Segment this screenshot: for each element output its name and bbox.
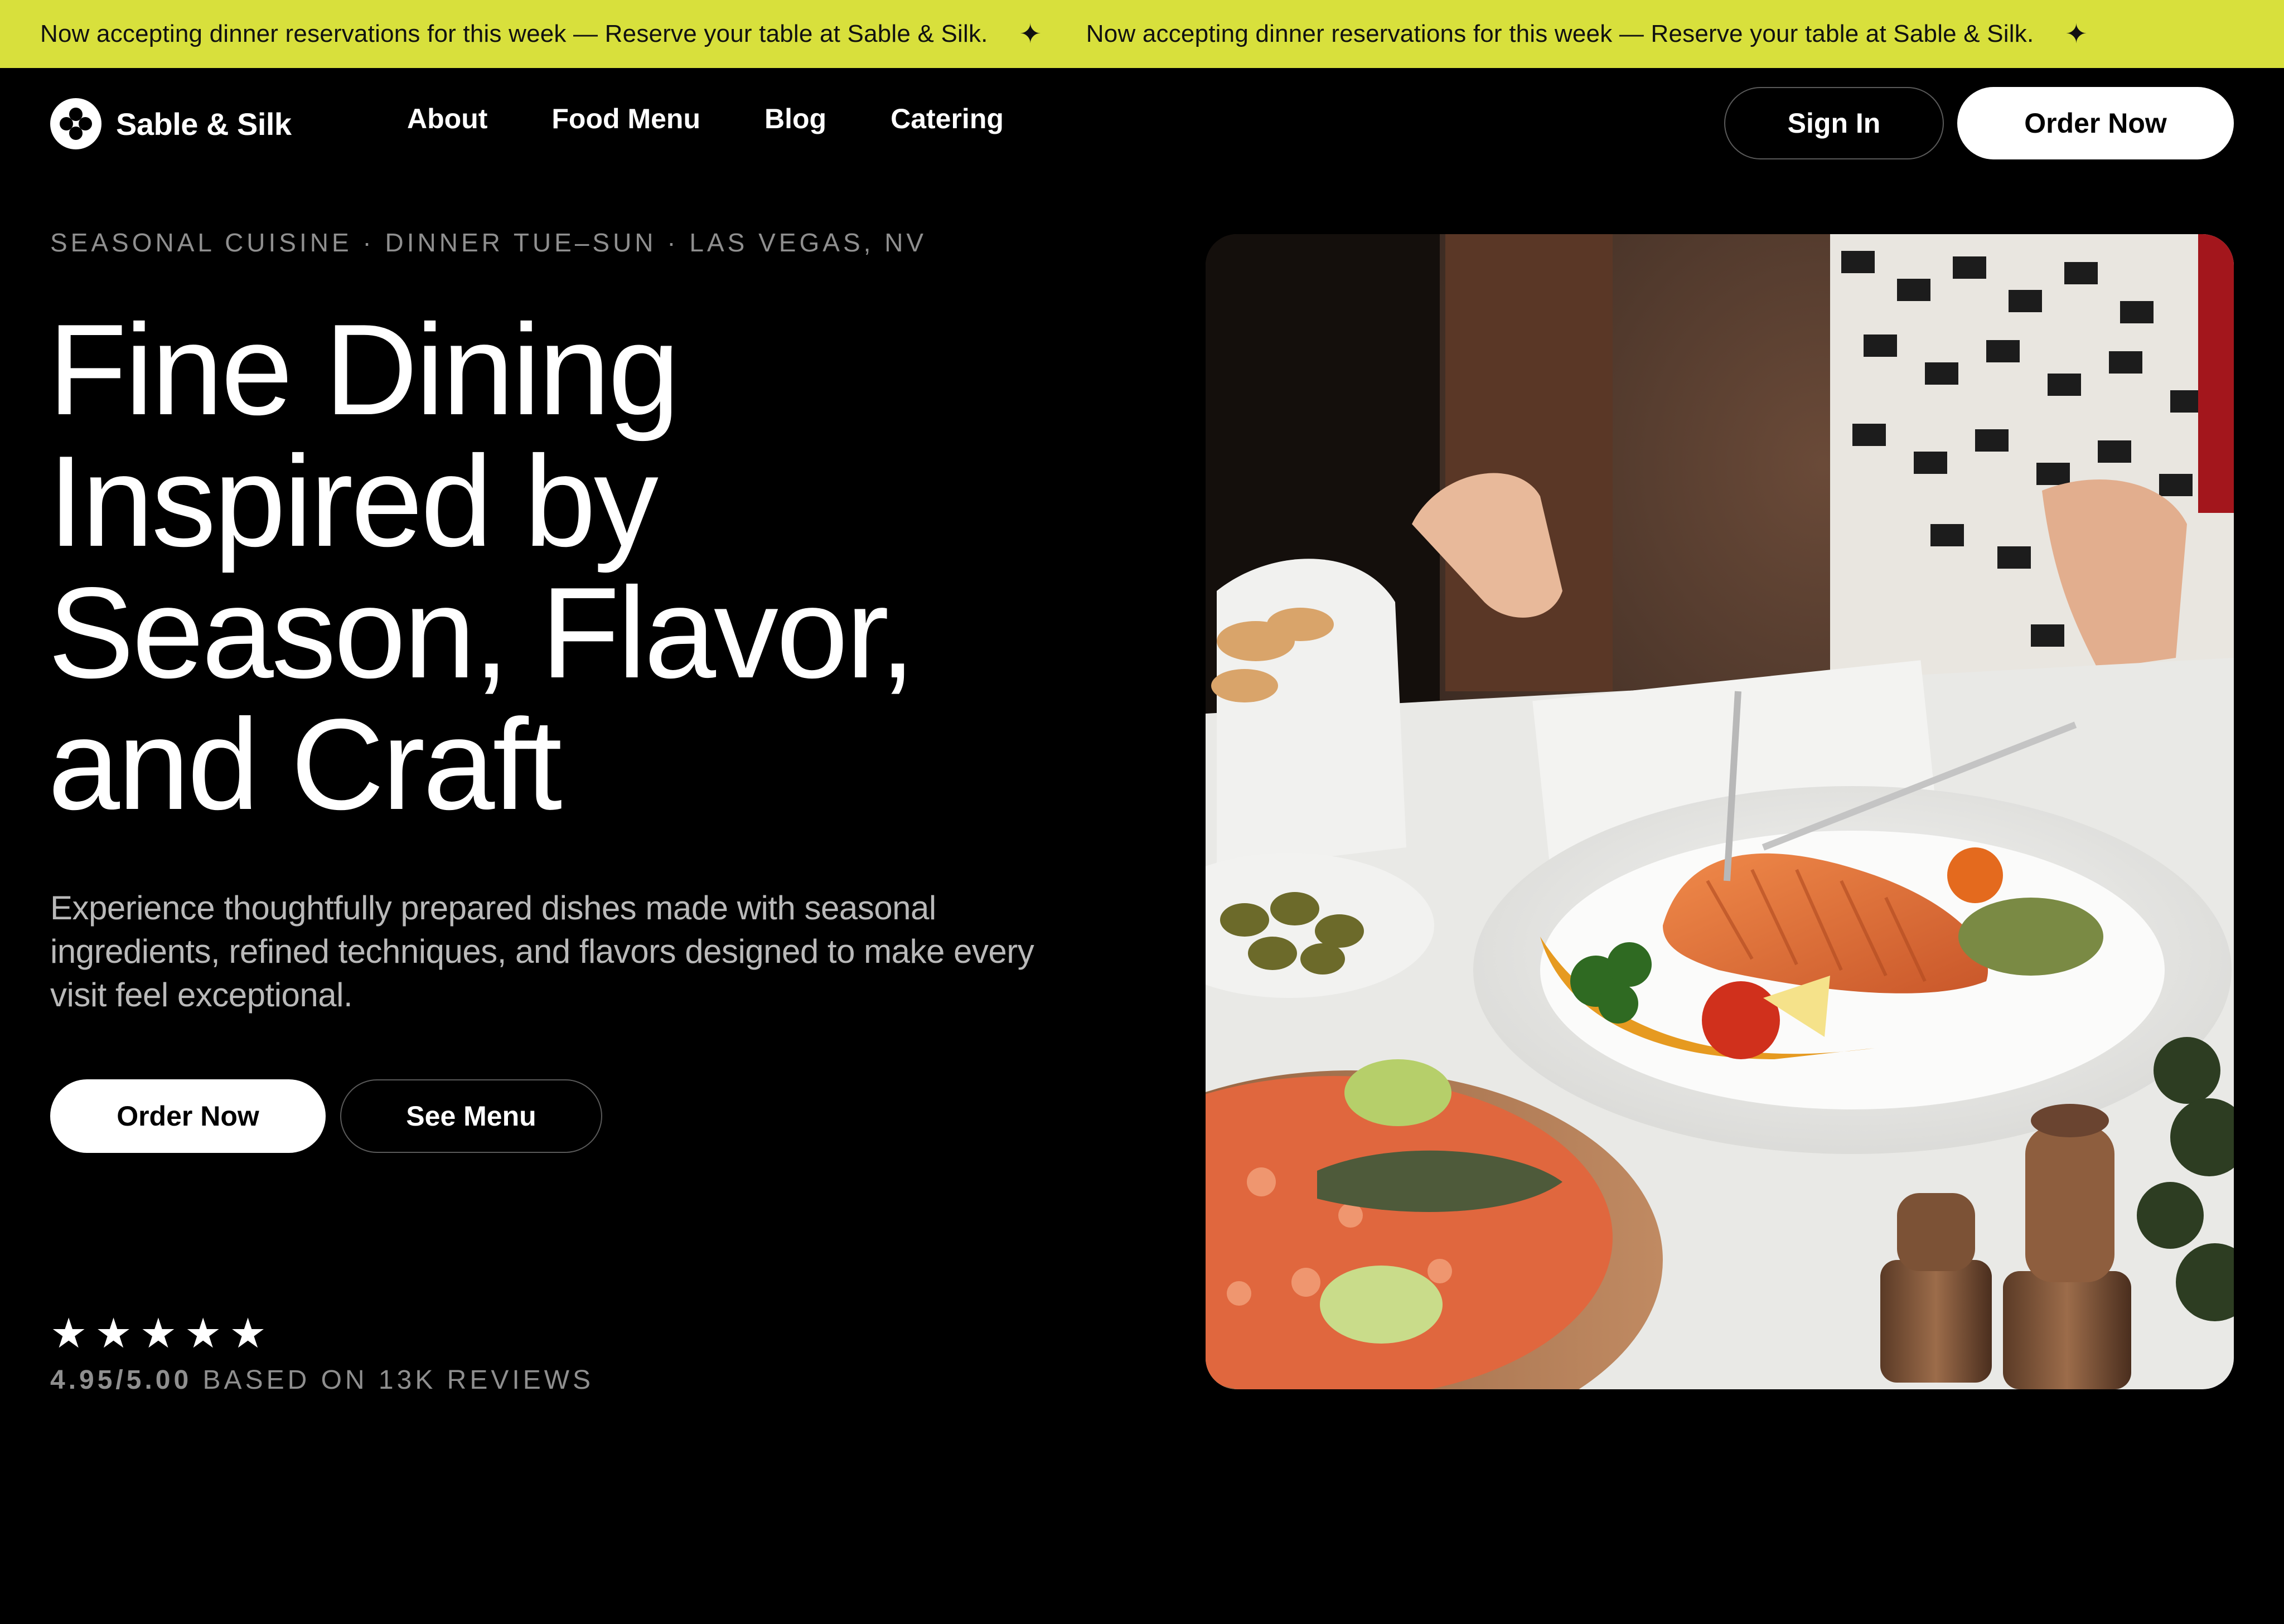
rating-stars: ★ ★ ★ ★ ★ [50, 1311, 267, 1356]
top-nav: Sable & Silk About Food Menu Blog Cateri… [0, 68, 2284, 180]
nav-link-about[interactable]: About [407, 103, 487, 135]
nav-link-blog[interactable]: Blog [764, 103, 826, 135]
rating-caption: BASED ON 13K REVIEWS [202, 1365, 594, 1395]
star-icon: ★ [139, 1310, 177, 1356]
announcement-text: Now accepting dinner reservations for th… [40, 20, 988, 47]
headline-line: Fine Dining [48, 298, 680, 442]
sign-in-button[interactable]: Sign In [1724, 87, 1944, 159]
see-menu-button[interactable]: See Menu [340, 1079, 602, 1153]
star-icon: ★ [95, 1310, 132, 1356]
star-icon: ★ [229, 1310, 267, 1356]
star-icon: ★ [185, 1310, 222, 1356]
order-now-button[interactable]: Order Now [1957, 87, 2234, 159]
hero-order-now-button[interactable]: Order Now [50, 1079, 326, 1153]
nav-links: About Food Menu Blog Catering [407, 103, 1004, 135]
star-icon: ★ [50, 1310, 88, 1356]
headline-line: Season, Flavor, [48, 561, 916, 705]
sparkle-icon: ✦ [1019, 20, 1042, 49]
hero-headline: Fine Dining Inspired by Season, Flavor, … [48, 304, 1163, 831]
headline-line: and Craft [48, 692, 562, 837]
announcement-bar[interactable]: Now accepting dinner reservations for th… [0, 0, 2284, 68]
logo-icon [50, 98, 101, 149]
brand-logo[interactable]: Sable & Silk [50, 97, 292, 151]
announcement-text-repeat: Now accepting dinner reservations for th… [1086, 20, 2034, 47]
rating-score: 4.95/5.00 [50, 1365, 192, 1395]
hero-description: Experience thoughtfully prepared dishes … [50, 889, 1034, 1014]
hero-eyebrow: SEASONAL CUISINE · DINNER TUE–SUN · LAS … [50, 228, 927, 257]
rating-summary: 4.95/5.00 BASED ON 13K REVIEWS [50, 1365, 594, 1395]
hero-food-image [1206, 234, 2234, 1389]
nav-link-food-menu[interactable]: Food Menu [551, 103, 700, 135]
brand-name: Sable & Silk [116, 106, 292, 142]
nav-link-catering[interactable]: Catering [891, 103, 1004, 135]
sparkle-icon: ✦ [2065, 20, 2088, 49]
headline-line: Inspired by [48, 429, 659, 574]
